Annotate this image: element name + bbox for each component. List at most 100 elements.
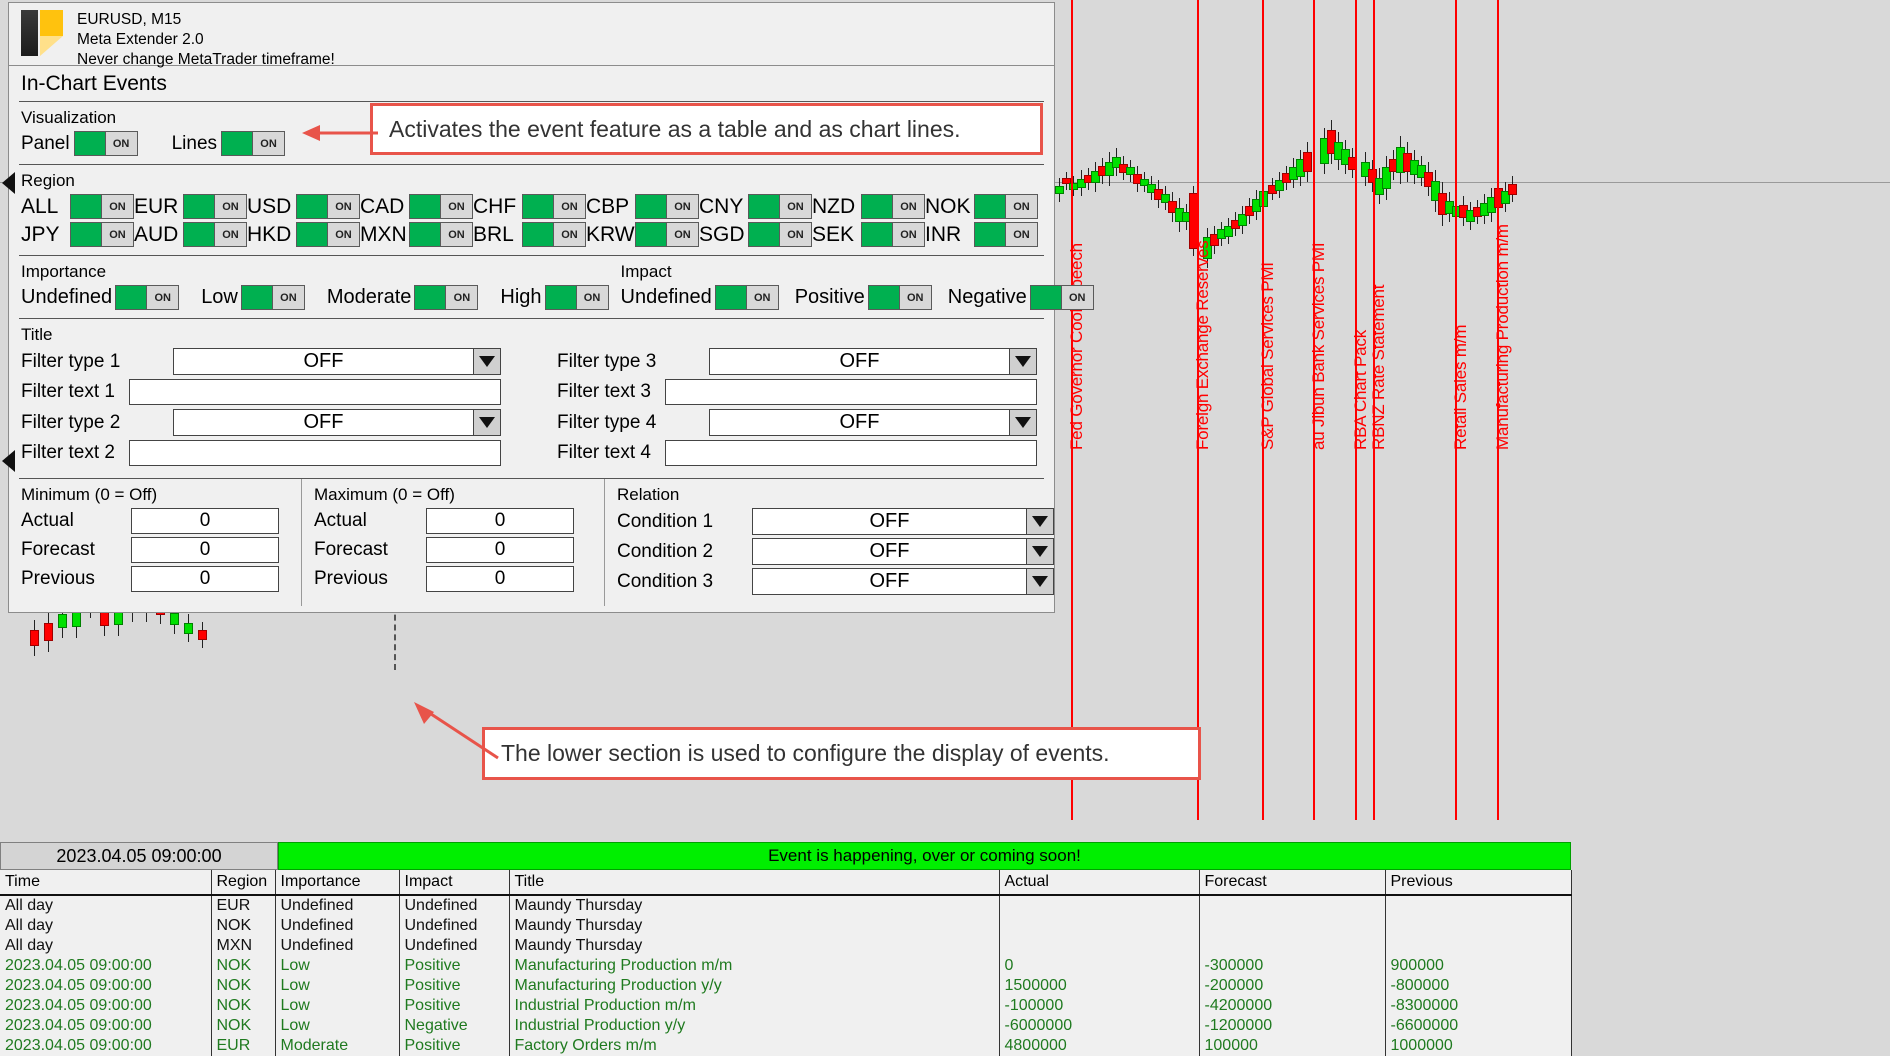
toggle-state-label: ON xyxy=(666,195,698,218)
chevron-down-icon[interactable] xyxy=(1009,410,1036,435)
filter-4-type-select[interactable]: OFF xyxy=(709,409,1037,436)
cell-importance: Low xyxy=(275,956,400,976)
relation-condition-1-label: Condition 1 xyxy=(617,510,714,532)
table-row[interactable]: All day NOK Undefined Undefined Maundy Thurs… xyxy=(0,916,1572,936)
toggle-moderate[interactable]: ON xyxy=(414,285,479,310)
maximum-actual-input[interactable]: 0 xyxy=(426,508,574,534)
chevron-down-icon[interactable] xyxy=(1026,509,1053,534)
column-header-importance[interactable]: Importance xyxy=(275,870,400,896)
table-row[interactable]: All day MXN Undefined Undefined Maundy Thurs… xyxy=(0,936,1572,956)
toggle-label: NOK xyxy=(925,194,971,218)
toggle-mxn[interactable]: ON xyxy=(409,222,473,247)
toggle-lines[interactable]: ON xyxy=(221,131,286,156)
chevron-down-icon[interactable] xyxy=(473,349,500,374)
column-header-time[interactable]: Time xyxy=(0,870,212,896)
cell-region: NOK xyxy=(211,1016,276,1036)
column-header-actual[interactable]: Actual xyxy=(999,870,1200,896)
toggle-nzd[interactable]: ON xyxy=(861,194,925,219)
column-header-region[interactable]: Region xyxy=(211,870,276,896)
toggle-aud[interactable]: ON xyxy=(183,222,247,247)
column-header-forecast[interactable]: Forecast xyxy=(1199,870,1386,896)
toggle-all[interactable]: ON xyxy=(70,194,134,219)
minimum-previous-input[interactable]: 0 xyxy=(131,566,279,592)
column-header-previous[interactable]: Previous xyxy=(1385,870,1572,896)
relation-condition-3-select[interactable]: OFF xyxy=(752,568,1054,595)
relation-condition-1-select[interactable]: OFF xyxy=(752,508,1054,535)
table-row[interactable]: 2023.04.05 09:00:00 NOK Low Negative Industr… xyxy=(0,1016,1572,1036)
toggle-state-label: ON xyxy=(575,286,608,309)
toggle-positive[interactable]: ON xyxy=(867,285,932,310)
relation-condition-2-select[interactable]: OFF xyxy=(752,538,1054,565)
cell-forecast: -200000 xyxy=(1199,976,1386,996)
filter-3-type-label: Filter type 3 xyxy=(557,350,657,372)
panel-collapse-arrow-bottom[interactable] xyxy=(2,450,15,472)
toggle-negative[interactable]: ON xyxy=(1029,285,1094,310)
toggle-chf[interactable]: ON xyxy=(522,194,586,219)
toggle-low[interactable]: ON xyxy=(240,285,305,310)
filter-4-text-input[interactable] xyxy=(665,440,1037,466)
cell-region: NOK xyxy=(211,956,276,976)
toggle-jpy[interactable]: ON xyxy=(70,222,134,247)
filter-2-type-select[interactable]: OFF xyxy=(173,409,501,436)
toggle-knob xyxy=(74,132,105,155)
toggle-inr[interactable]: ON xyxy=(974,222,1038,247)
filter-1-type-select[interactable]: OFF xyxy=(173,348,501,375)
table-row[interactable]: All day EUR Undefined Undefined Maundy Thurs… xyxy=(0,895,1572,916)
filter-2-text-input[interactable] xyxy=(129,440,501,466)
toggle-knob xyxy=(410,223,440,246)
in-chart-events-panel[interactable]: EURUSD, M15 Meta Extender 2.0 Never chan… xyxy=(8,2,1094,613)
cell-impact: Positive xyxy=(399,976,510,996)
toggle-label: HKD xyxy=(247,222,292,246)
event-line-label: S&P Global Services PMI xyxy=(1258,262,1277,450)
toggle-hkd[interactable]: ON xyxy=(296,222,360,247)
toggle-knob xyxy=(523,223,553,246)
toggle-eur[interactable]: ON xyxy=(183,194,247,219)
events-grid[interactable]: Time Region Importance Impact Title Actual For… xyxy=(0,870,1572,1056)
toggle-high[interactable]: ON xyxy=(544,285,609,310)
table-row[interactable]: 2023.04.05 09:00:00 NOK Low Positive Industr… xyxy=(0,996,1572,1016)
column-header-title[interactable]: Title xyxy=(509,870,1000,896)
maximum-forecast-input[interactable]: 0 xyxy=(426,537,574,563)
chevron-down-icon[interactable] xyxy=(473,410,500,435)
toggle-nok[interactable]: ON xyxy=(974,194,1038,219)
toggle-krw[interactable]: ON xyxy=(635,222,699,247)
timeframe-warning-label: Never change MetaTrader timeframe! xyxy=(77,51,335,68)
toggle-sek[interactable]: ON xyxy=(861,222,925,247)
table-row[interactable]: 2023.04.05 09:00:00 NOK Low Positive Manufac… xyxy=(0,956,1572,976)
filter-3-text-input[interactable] xyxy=(665,379,1037,405)
filter-4-text-row: Filter text 4 xyxy=(557,440,1037,466)
column-header-impact[interactable]: Impact xyxy=(399,870,510,896)
toggle-state-label: ON xyxy=(101,195,133,218)
toggle-sgd[interactable]: ON xyxy=(748,222,812,247)
event-table[interactable]: 2023.04.05 09:00:00 Event is happening, … xyxy=(0,842,1572,1056)
toggle-undefined[interactable]: ON xyxy=(714,285,779,310)
toggle-panel[interactable]: ON xyxy=(73,131,138,156)
minimum-forecast-input[interactable]: 0 xyxy=(131,537,279,563)
cell-region: MXN xyxy=(211,936,276,956)
panel-collapse-arrow-top[interactable] xyxy=(2,172,15,194)
chevron-down-icon[interactable] xyxy=(1009,349,1036,374)
toggle-undefined[interactable]: ON xyxy=(115,285,180,310)
chevron-down-icon[interactable] xyxy=(1026,569,1053,594)
cell-impact: Undefined xyxy=(399,916,510,936)
toggle-cbp[interactable]: ON xyxy=(635,194,699,219)
table-row[interactable]: 2023.04.05 09:00:00 NOK Low Positive Manufac… xyxy=(0,976,1572,996)
cell-previous: 900000 xyxy=(1385,956,1572,976)
filter-1-text-input[interactable] xyxy=(129,379,501,405)
minimum-actual-input[interactable]: 0 xyxy=(131,508,279,534)
filter-2-text-row: Filter text 2 xyxy=(21,440,501,466)
relation-condition-3-label: Condition 3 xyxy=(617,570,714,592)
chevron-down-icon[interactable] xyxy=(1026,539,1053,564)
toggle-cad[interactable]: ON xyxy=(409,194,473,219)
maximum-actual-label: Actual xyxy=(314,510,367,531)
toggle-cny[interactable]: ON xyxy=(748,194,812,219)
relation-group: Relation Condition 1 OFF Condition 2 OFF Con… xyxy=(605,479,1054,606)
toggle-label: Undefined xyxy=(21,286,113,308)
toggle-usd[interactable]: ON xyxy=(296,194,360,219)
filter-4-type-row: Filter type 4 OFF xyxy=(557,409,1037,436)
filter-3-type-select[interactable]: OFF xyxy=(709,348,1037,375)
maximum-previous-input[interactable]: 0 xyxy=(426,566,574,592)
toggle-brl[interactable]: ON xyxy=(522,222,586,247)
cell-title: Manufacturing Production m/m xyxy=(509,956,1000,976)
table-row[interactable]: 2023.04.05 09:00:00 EUR Moderate Positive Fa… xyxy=(0,1036,1572,1056)
